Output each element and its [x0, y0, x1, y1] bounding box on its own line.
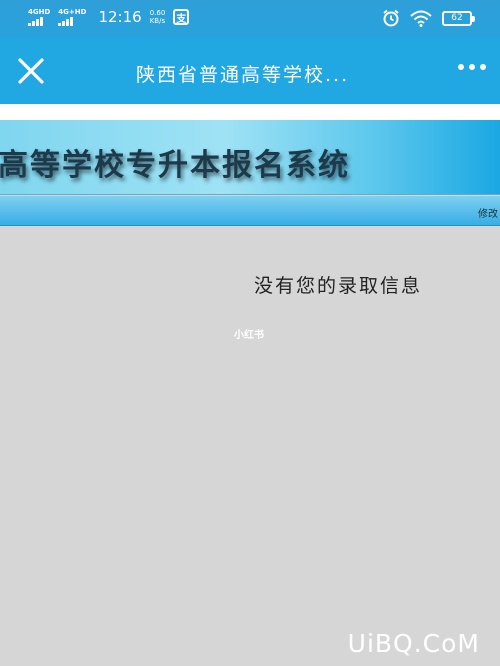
speed-unit: KB/s: [149, 17, 166, 25]
modify-link[interactable]: 修改: [478, 205, 498, 220]
banner-title: 高等学校专升本报名系统: [0, 148, 350, 183]
network-speed: 0.60 KB/s: [150, 9, 166, 25]
content-area: 没有您的录取信息 小红书 UiBQ.CoM: [0, 227, 500, 666]
watermark-xiaohongshu: 小红书: [234, 330, 264, 341]
status-left: 4GHD 4G+HD 12:16 0.60 KB/s 支: [28, 7, 190, 26]
status-bar: 4GHD 4G+HD 12:16 0.60 KB/s 支 62: [0, 0, 500, 38]
close-button[interactable]: [14, 54, 48, 88]
watermark-site: UiBQ.CoM: [347, 629, 480, 658]
network-label-1: 4GHD: [28, 7, 51, 16]
signal-icon-2: 4G+HD: [58, 7, 87, 26]
menu-bar: 修改: [0, 196, 500, 226]
alipay-icon: 支: [173, 9, 190, 25]
nav-bar: 陕西省普通高等学校...: [0, 38, 500, 104]
status-right: 62: [382, 9, 475, 27]
battery-icon: 62: [442, 10, 475, 26]
wifi-icon: [410, 10, 432, 27]
alarm-icon: [383, 9, 399, 27]
close-icon: [18, 58, 44, 84]
speed-value: 0.60: [149, 9, 166, 17]
more-icon[interactable]: [458, 64, 486, 70]
network-label-2: 4G+HD: [58, 7, 87, 16]
no-admission-message: 没有您的录取信息: [254, 275, 423, 297]
clock: 12:16: [98, 8, 142, 26]
banner: 高等学校专升本报名系统: [0, 120, 500, 195]
signal-icon: 4GHD: [28, 7, 51, 26]
battery-level: 62: [451, 13, 463, 23]
page-title: 陕西省普通高等学校...: [136, 64, 350, 86]
banner-top-strip: [0, 104, 500, 120]
